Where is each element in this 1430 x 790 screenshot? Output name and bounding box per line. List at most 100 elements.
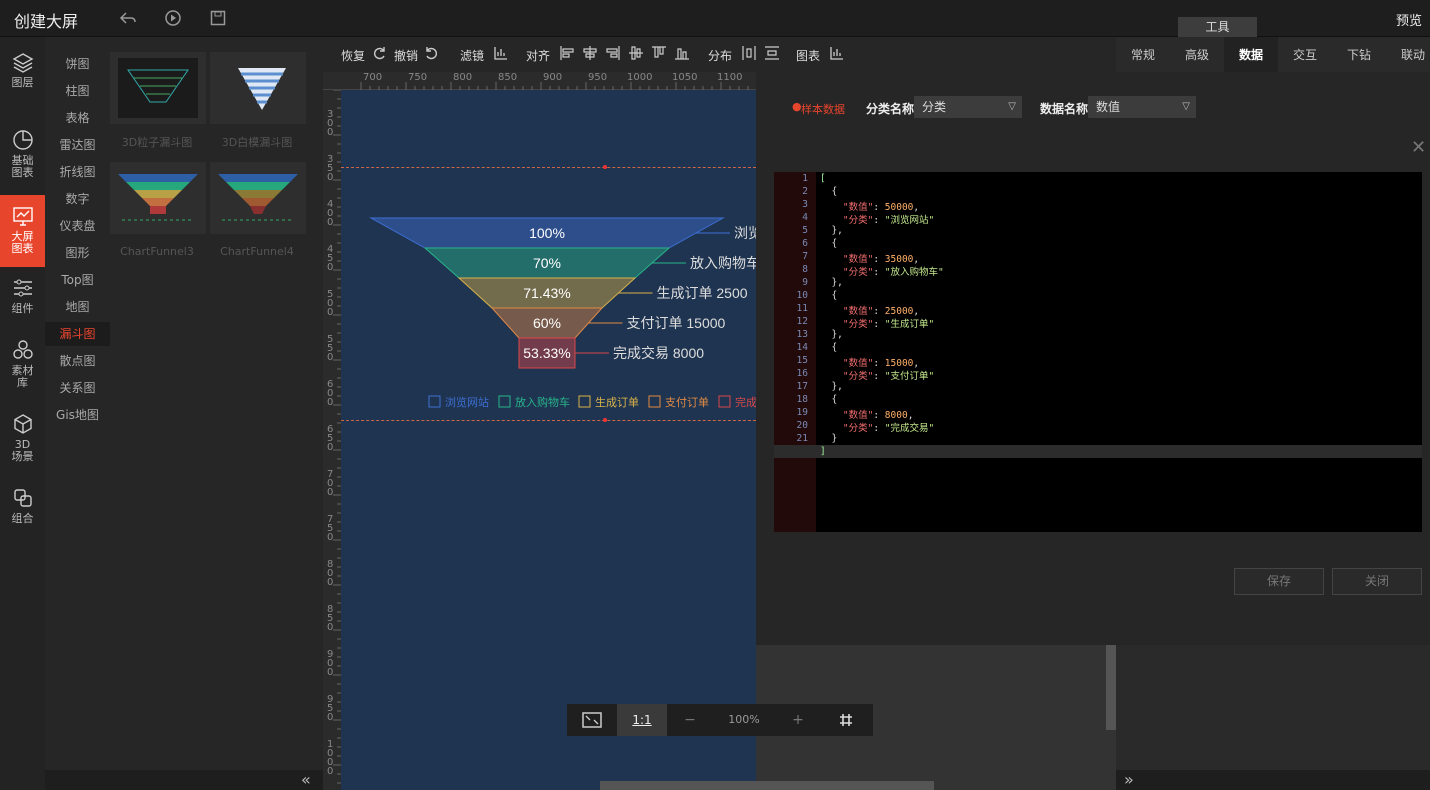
back-icon[interactable] xyxy=(118,9,138,29)
vertical-scrollbar[interactable] xyxy=(1106,645,1116,730)
tab-drilldown[interactable]: 下钻 xyxy=(1332,37,1386,73)
active-line-highlight xyxy=(774,445,1422,458)
tab-data[interactable]: 数据 xyxy=(1224,37,1278,73)
funnel-category-label: 完成交易 8000 xyxy=(613,345,704,361)
distribute-h-icon[interactable] xyxy=(741,45,757,61)
data-name-label: 数据名称 xyxy=(1040,102,1089,116)
legend-swatch[interactable] xyxy=(498,395,511,408)
code-line: "分类": "支付订单" xyxy=(842,371,935,382)
collapse-left-icon[interactable]: « xyxy=(301,770,311,789)
nav-basic-charts[interactable]: 基础图表 xyxy=(0,129,45,179)
category-item-active[interactable]: 漏斗图 xyxy=(45,322,110,346)
close-button[interactable]: 关闭 xyxy=(1332,568,1422,595)
save-icon[interactable] xyxy=(208,9,228,29)
category-item[interactable]: 散点图 xyxy=(45,349,110,373)
distribute-v-icon[interactable] xyxy=(764,45,780,61)
data-name-value: 数值 xyxy=(1096,100,1121,114)
ratio-1-1-button[interactable]: 1:1 xyxy=(617,704,667,736)
category-item[interactable]: 表格 xyxy=(45,106,110,130)
code-line: { xyxy=(820,342,838,353)
category-item[interactable]: 关系图 xyxy=(45,376,110,400)
thumb-chartfunnel4[interactable] xyxy=(210,162,306,234)
grid-toggle-button[interactable] xyxy=(823,704,873,736)
align-button[interactable]: 对齐 xyxy=(526,47,550,64)
filter-button[interactable]: 滤镜 xyxy=(460,47,484,64)
thumb-chartfunnel3[interactable] xyxy=(110,162,206,234)
horizontal-scrollbar[interactable] xyxy=(600,781,934,790)
align-right-icon[interactable] xyxy=(605,45,621,61)
line-number: 15 xyxy=(796,355,808,366)
design-canvas[interactable]: 100% 浏览网站 70% 放入购物车 71.43% 生成订单 2500 60% 支付订单 1… xyxy=(341,90,756,790)
expand-right-icon[interactable]: » xyxy=(1124,770,1134,789)
fit-screen-button[interactable] xyxy=(567,704,617,736)
close-icon[interactable]: ✕ xyxy=(1411,137,1426,158)
tab-interaction[interactable]: 交互 xyxy=(1278,37,1332,73)
category-item[interactable]: 雷达图 xyxy=(45,133,110,157)
nav-screen-charts[interactable]: 大屏图表 xyxy=(0,195,45,267)
legend-label[interactable]: 放入购物车 xyxy=(515,395,570,409)
play-icon[interactable] xyxy=(163,9,183,29)
funnel-category-label: 浏览网站 xyxy=(734,225,756,241)
category-item[interactable]: 柱图 xyxy=(45,79,110,103)
tab-linkage[interactable]: 联动 xyxy=(1386,37,1430,73)
category-item[interactable]: 饼图 xyxy=(45,52,110,76)
ruler-tick: 750 xyxy=(408,72,428,83)
category-item[interactable]: 折线图 xyxy=(45,160,110,184)
legend-label[interactable]: 生成订单 xyxy=(595,395,639,409)
zoom-in-button[interactable]: + xyxy=(785,704,811,736)
distribute-button[interactable]: 分布 xyxy=(708,47,732,64)
category-item[interactable]: 数字 xyxy=(45,187,110,211)
nav-label: 组合 xyxy=(11,512,34,525)
legend-swatch[interactable] xyxy=(428,395,441,408)
tab-general[interactable]: 常规 xyxy=(1116,37,1170,73)
save-button[interactable]: 保存 xyxy=(1234,568,1324,595)
bar-chart-icon[interactable] xyxy=(493,45,509,61)
category-item[interactable]: 地图 xyxy=(45,295,110,319)
thumb-3d-white-funnel[interactable] xyxy=(210,52,306,124)
nav-group[interactable]: 组合 xyxy=(0,487,45,525)
align-bottom-icon[interactable] xyxy=(674,45,690,61)
guide-line-bottom xyxy=(341,420,756,421)
category-item[interactable]: 图形 xyxy=(45,241,110,265)
redo-button[interactable]: 恢复 xyxy=(341,47,365,64)
chart-icon[interactable] xyxy=(829,45,845,61)
selection-handle[interactable] xyxy=(603,418,607,422)
nav-materials[interactable]: 素材库 xyxy=(0,339,45,389)
ruler-tick: 700 xyxy=(363,72,383,83)
thumb-3d-particle-funnel[interactable] xyxy=(110,52,206,124)
align-center-h-icon[interactable] xyxy=(582,45,598,61)
code-line: } xyxy=(820,433,838,444)
ruler-tick: 900 xyxy=(327,649,334,678)
ruler-tick: 500 xyxy=(327,289,334,318)
align-left-icon[interactable] xyxy=(559,45,575,61)
category-name-select[interactable]: 分类 ▽ xyxy=(914,96,1022,118)
preview-button[interactable]: 预览 xyxy=(1396,10,1422,29)
category-item[interactable]: 仪表盘 xyxy=(45,214,110,238)
nav-3d-scene[interactable]: 3D场景 xyxy=(0,413,45,463)
undo-button[interactable]: 撤销 xyxy=(394,47,418,64)
legend-label[interactable]: 浏览网站 xyxy=(445,395,489,409)
legend-label[interactable]: 支付订单 xyxy=(665,396,709,409)
funnel-chart[interactable]: 100% 浏览网站 70% 放入购物车 71.43% 生成订单 2500 60% 支付订单 1… xyxy=(341,190,756,510)
tab-advanced[interactable]: 高级 xyxy=(1170,37,1224,73)
zoom-out-button[interactable]: − xyxy=(677,704,703,736)
legend-swatch[interactable] xyxy=(578,395,591,408)
align-middle-icon[interactable] xyxy=(651,45,667,61)
data-name-select[interactable]: 数值 ▽ xyxy=(1088,96,1196,118)
zoom-bar: 1:1 − 100% + xyxy=(567,704,873,736)
nav-components[interactable]: 组件 xyxy=(0,277,45,315)
category-item[interactable]: Top图 xyxy=(45,268,110,292)
nav-layers[interactable]: 图层 xyxy=(0,51,45,89)
tools-tab[interactable]: 工具 xyxy=(1178,17,1257,37)
legend-swatch[interactable] xyxy=(648,395,661,408)
selection-handle[interactable] xyxy=(603,165,607,169)
chart-button[interactable]: 图表 xyxy=(796,47,820,64)
category-item[interactable]: Gis地图 xyxy=(45,403,110,427)
align-top-icon[interactable] xyxy=(628,45,644,61)
undo-icon[interactable] xyxy=(424,45,440,61)
zoom-value: 100% xyxy=(728,713,760,726)
legend-label[interactable]: 完成 xyxy=(735,395,756,409)
json-editor[interactable]: 12345678910111213141516171819202122 [ { … xyxy=(774,172,1422,532)
legend-swatch[interactable] xyxy=(718,395,731,408)
redo-icon[interactable] xyxy=(371,45,387,61)
